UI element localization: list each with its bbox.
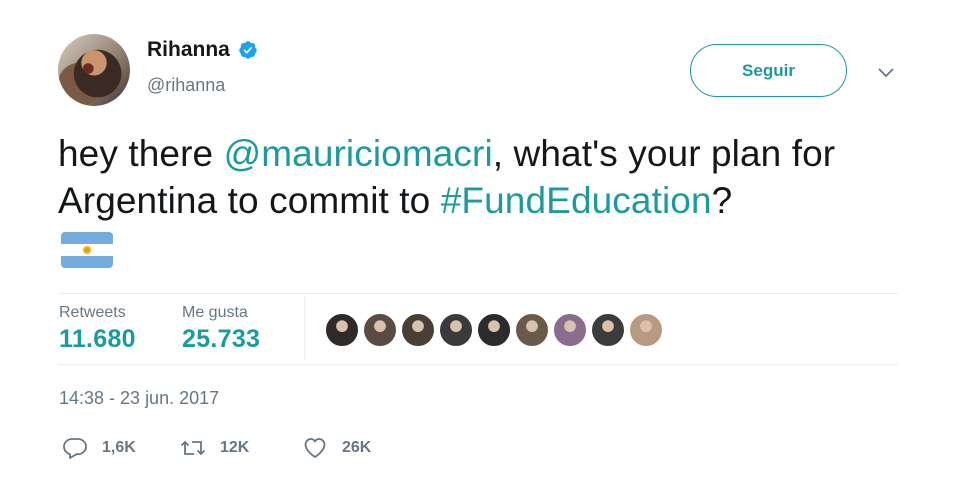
reply-count: 1,6K: [102, 439, 136, 456]
tweet-timestamp[interactable]: 14:38 - 23 jun. 2017: [59, 388, 219, 409]
liker-avatar-7[interactable]: [552, 312, 588, 348]
tweet-text-segment: hey there: [58, 133, 224, 174]
reply-icon: [63, 438, 87, 459]
mention-link[interactable]: @mauriciomacri: [224, 133, 493, 174]
reply-button[interactable]: 1,6K: [62, 436, 136, 460]
liker-avatars: [324, 312, 666, 348]
retweets-count: 11.680: [59, 325, 136, 353]
heart-icon: [304, 438, 326, 458]
divider: [58, 293, 898, 294]
user-name-row: Rihanna: [147, 38, 258, 62]
retweet-icon: [180, 440, 206, 456]
display-name[interactable]: Rihanna: [147, 38, 230, 62]
profile-avatar[interactable]: [58, 34, 130, 106]
liker-avatar-2[interactable]: [362, 312, 398, 348]
retweets-label: Retweets: [59, 304, 126, 321]
liker-avatar-9[interactable]: [628, 312, 664, 348]
retweet-count: 12K: [220, 439, 250, 456]
liker-avatar-8[interactable]: [590, 312, 626, 348]
tweet-text: hey there @mauriciomacri, what's your pl…: [58, 130, 918, 224]
user-handle[interactable]: @rihanna: [147, 75, 225, 96]
retweet-button[interactable]: 12K: [180, 436, 249, 460]
liker-avatar-6[interactable]: [514, 312, 550, 348]
hashtag-link[interactable]: #FundEducation: [441, 180, 712, 221]
likes-stat[interactable]: Me gusta 25.733: [182, 304, 260, 354]
follow-button[interactable]: Seguir: [690, 44, 847, 97]
argentina-flag-icon: [61, 232, 113, 268]
stat-divider: [304, 297, 305, 360]
retweets-stat[interactable]: Retweets 11.680: [59, 304, 136, 354]
likes-label: Me gusta: [182, 304, 248, 321]
likes-count: 25.733: [182, 325, 261, 353]
liker-avatar-5[interactable]: [476, 312, 512, 348]
like-count: 26K: [342, 439, 372, 456]
like-button[interactable]: 26K: [302, 436, 371, 460]
liker-avatar-3[interactable]: [400, 312, 436, 348]
liker-avatar-1[interactable]: [324, 312, 360, 348]
verified-badge-icon: [239, 41, 257, 59]
divider: [58, 364, 898, 365]
tweet-text-segment: ?: [711, 180, 733, 221]
liker-avatar-4[interactable]: [438, 312, 474, 348]
chevron-down-icon[interactable]: [876, 62, 896, 82]
